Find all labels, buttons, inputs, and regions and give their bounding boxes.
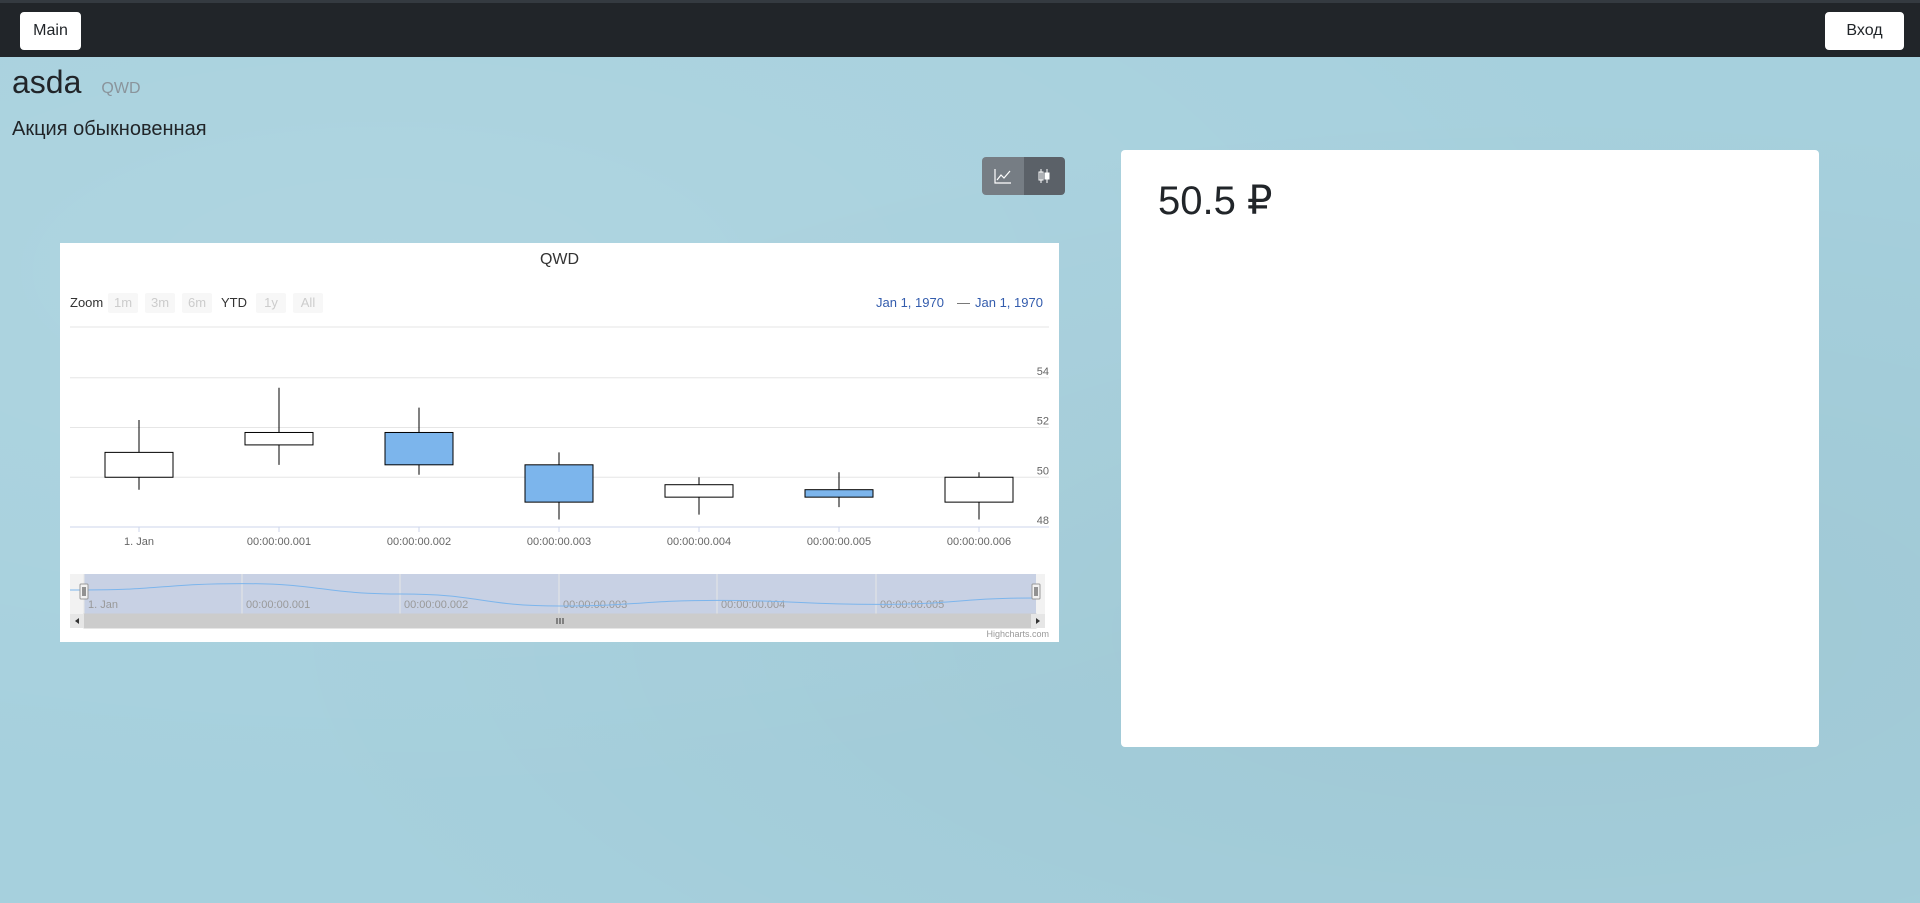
price-card: 50.5 ₽ [1121,150,1819,747]
x-tick-label: 00:00:00.004 [667,536,731,548]
x-tick-label: 00:00:00.003 [527,536,591,548]
candle-body [524,464,594,503]
x-tick-label: 00:00:00.006 [947,536,1011,548]
top-navbar: Main Вход [0,0,1920,57]
security-heading: asda QWD [12,64,141,101]
line-chart-icon [994,169,1011,184]
navigator-handle [1031,583,1041,600]
x-tick-label: 00:00:00.002 [387,536,451,548]
candle-body [384,431,454,466]
login-button[interactable]: Вход [1825,12,1904,50]
y-tick-label: 54 [1037,366,1049,378]
x-tick-label: 1. Jan [124,536,154,548]
chart-card: QWD Zoom 1m 3m 6m YTD 1y All Jan 1, 1970… [60,243,1059,642]
navigator-label: 00:00:00.001 [246,599,310,611]
y-tick-label: 50 [1037,465,1049,477]
candlestick-icon [1038,169,1050,183]
x-tick-label: 00:00:00.001 [247,536,311,548]
line-chart-toggle[interactable] [982,157,1024,195]
navigator-handle [79,583,89,600]
candle-body [944,476,1014,503]
navigator-label: 00:00:00.005 [880,599,944,611]
candle-body [804,489,874,498]
security-ticker: QWD [101,80,141,97]
y-tick-label: 52 [1037,416,1049,428]
current-price: 50.5 ₽ [1158,179,1273,223]
navigator-label: 1. Jan [88,599,118,611]
candlestick-chart: 48 50 52 54 1. Jan 00:00:00.001 00:00:00.002 00… [70,326,1049,629]
candle-body [104,451,174,478]
chart-type-toggle [982,157,1065,195]
security-type: Акция обыкновенная [12,118,207,140]
candlestick-toggle[interactable] [1023,157,1065,195]
candle-body [664,484,734,498]
highcharts-credits[interactable]: Highcharts.com [986,629,1049,639]
x-tick-label: 00:00:00.005 [807,536,871,548]
candle-body [244,431,314,446]
navigator-label: 00:00:00.002 [404,599,468,611]
main-button[interactable]: Main [20,12,81,50]
y-tick-label: 48 [1037,515,1049,527]
security-name: asda [12,64,82,100]
